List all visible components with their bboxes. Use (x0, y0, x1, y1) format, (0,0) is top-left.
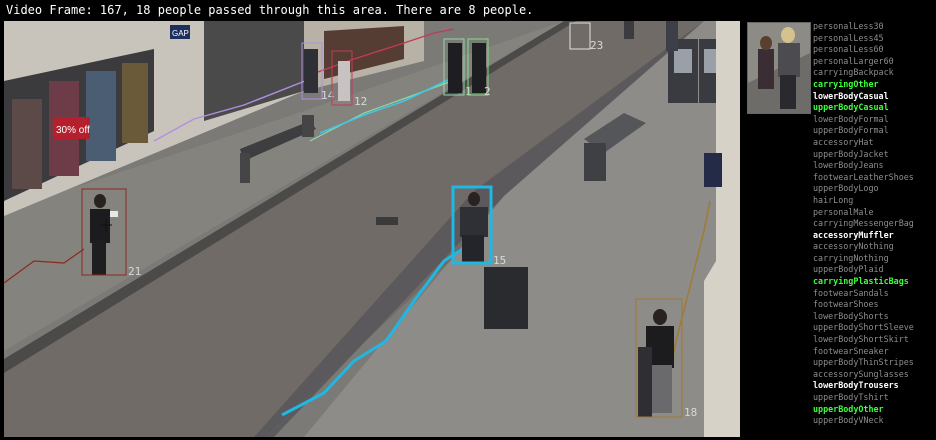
attribute-item: personalLess30 (813, 21, 884, 31)
track-label-14: 14 (321, 89, 335, 102)
attribute-item: footwearShoes (813, 299, 879, 310)
attribute-item: upperBodyLogo (813, 183, 879, 194)
attribute-item: accessorySunglasses (813, 368, 909, 379)
attribute-item: carryingMessengerBag (813, 218, 914, 229)
pedestrian-14 (304, 49, 318, 93)
attribute-item: upperBodyFormal (813, 125, 889, 136)
track-label-12: 12 (354, 95, 367, 108)
attribute-item: upperBodyCasual (813, 102, 889, 113)
attribute-item: personalLess60 (813, 44, 884, 55)
attribute-item: upperBodyVNeck (813, 415, 884, 426)
attribute-item: upperBodyShortSleeve (813, 322, 914, 333)
pedestrian-12 (338, 61, 350, 101)
attribute-item: upperBodyOther (813, 403, 884, 414)
attribute-item: footwearLeatherShoes (813, 171, 914, 182)
attribute-item: upperBodyJacket (813, 148, 889, 159)
attribute-item: hairLong (813, 194, 854, 205)
attribute-item: lowerBodyShortSkirt (813, 334, 909, 345)
track-label-2: 2 (484, 85, 491, 98)
selected-person-thumbnail (747, 22, 811, 114)
attribute-item: personalMale (813, 206, 874, 217)
attribute-item: accessoryNothing (813, 241, 894, 252)
attribute-item: upperBodyTshirt (813, 392, 889, 402)
attribute-item: carryingBackpack (813, 67, 894, 78)
video-frame[interactable]: 30% off GAP 21 15 18 14 12 1 2 23 (4, 21, 740, 437)
attribute-item: carryingOther (813, 78, 879, 89)
attribute-item: lowerBodyCasual (813, 90, 889, 101)
track-label-18: 18 (684, 406, 697, 419)
street-scene: 30% off GAP 21 15 18 14 12 1 2 23 (4, 21, 740, 437)
track-label-15: 15 (493, 254, 506, 267)
attribute-item: accessoryHat (813, 136, 874, 147)
attribute-list: personalLess30 personalLess45 personalLess… (813, 21, 936, 427)
attribute-item: personalLess45 (813, 32, 884, 43)
attribute-item: lowerBodyShorts (813, 310, 889, 321)
attribute-item: lowerBodyTrousers (813, 380, 899, 391)
attribute-item: footwearSneaker (813, 345, 889, 356)
attribute-item: accessoryMuffler (813, 229, 894, 240)
attribute-item: footwearSandals (813, 287, 889, 298)
track-label-21: 21 (128, 265, 141, 278)
street-bin (484, 267, 528, 329)
attribute-item: carryingNothing (813, 252, 889, 263)
track-label-23: 23 (590, 39, 603, 52)
attribute-item: upperBodyPlaid (813, 264, 884, 275)
pedestrian-1 (448, 43, 462, 93)
attribute-item: personalLarger60 (813, 55, 894, 66)
attribute-item: carryingPlasticBags (813, 276, 909, 287)
shop-sign-text: GAP (172, 29, 189, 38)
attribute-item: lowerBodyJeans (813, 160, 884, 171)
attribute-item: lowerBodyFormal (813, 113, 889, 124)
status-bar: Video Frame: 167, 18 people passed throu… (6, 3, 534, 17)
attribute-item: upperBodyThinStripes (813, 357, 914, 368)
sale-sign-text: 30% off (56, 125, 90, 136)
